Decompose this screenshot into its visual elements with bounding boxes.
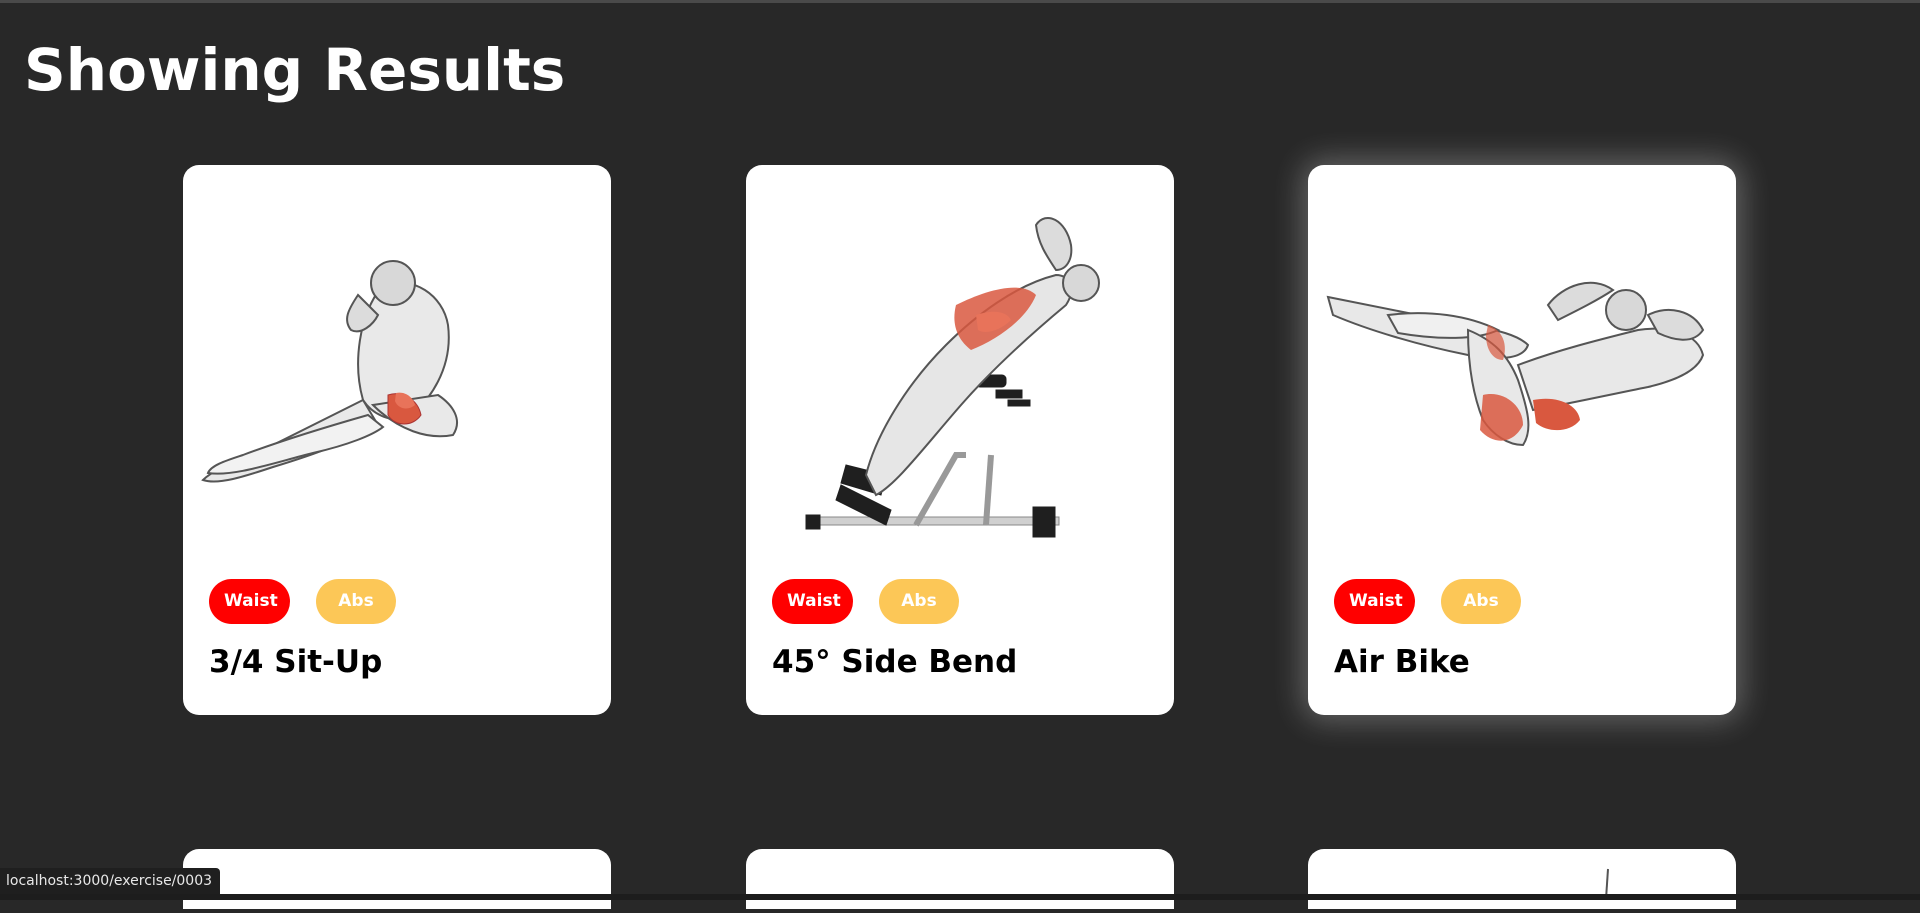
- exercise-card[interactable]: Waist Abs 45° Side Bend: [746, 165, 1174, 715]
- exercise-image: [1326, 281, 1705, 447]
- exercise-card-partial[interactable]: [1308, 849, 1736, 909]
- exercise-image: [1605, 868, 1609, 900]
- body-part-badge[interactable]: Waist: [1334, 579, 1415, 624]
- exercise-image: [805, 216, 1100, 538]
- page-title: Showing Results: [24, 36, 566, 104]
- target-muscle-badge[interactable]: Abs: [879, 579, 959, 624]
- target-muscle-badge[interactable]: Abs: [316, 579, 396, 624]
- body-part-badge[interactable]: Waist: [209, 579, 290, 624]
- exercise-card-partial[interactable]: [183, 849, 611, 909]
- status-bar-url: localhost:3000/exercise/0003: [0, 868, 221, 894]
- bottom-strip: [0, 894, 1920, 900]
- exercise-image: [201, 260, 458, 483]
- exercise-name: 45° Side Bend: [772, 644, 1018, 680]
- target-muscle-badge[interactable]: Abs: [1441, 579, 1521, 624]
- exercise-name: Air Bike: [1334, 644, 1470, 680]
- exercise-card[interactable]: Waist Abs 3/4 Sit-Up: [183, 165, 611, 715]
- window-top-border: [0, 0, 1920, 3]
- exercise-card-partial[interactable]: [746, 849, 1174, 909]
- exercise-card[interactable]: Waist Abs Air Bike: [1308, 165, 1736, 715]
- exercise-name: 3/4 Sit-Up: [209, 644, 383, 680]
- body-part-badge[interactable]: Waist: [772, 579, 853, 624]
